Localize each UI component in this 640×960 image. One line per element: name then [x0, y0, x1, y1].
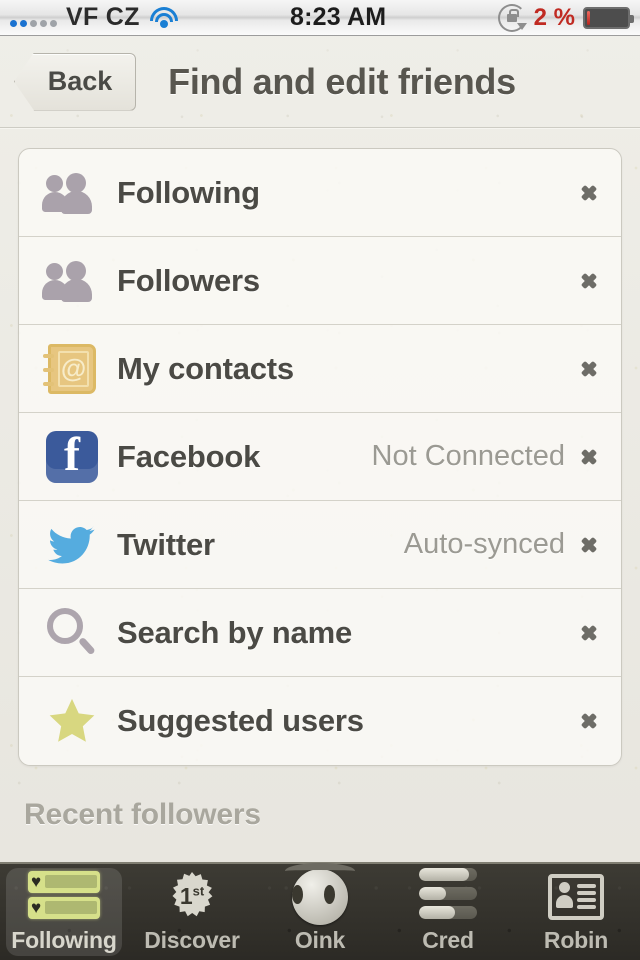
chevron-right-icon	[581, 529, 603, 561]
list-row-my-contacts[interactable]: @ My contacts	[19, 325, 621, 413]
twitter-status-label: Auto-synced	[403, 528, 565, 560]
chevron-right-icon	[581, 353, 603, 385]
list-row-label: Followers	[117, 262, 260, 298]
list-row-search-by-name[interactable]: Search by name	[19, 589, 621, 677]
battery-percent-label: 2 %	[533, 3, 575, 31]
back-button[interactable]: Back	[14, 52, 136, 111]
chevron-right-icon	[581, 177, 603, 209]
content-area: Following Followers @ My contacts f Face…	[0, 129, 640, 862]
list-row-followers[interactable]: Followers	[19, 237, 621, 325]
first-place-badge-icon: 1st	[166, 871, 218, 923]
carrier-label: VF CZ	[66, 3, 140, 31]
facebook-icon: f	[41, 430, 103, 483]
tab-bar: ♥ ♥ Following 1st Discover Oink Cred Rob…	[0, 862, 640, 960]
list-row-suggested-users[interactable]: Suggested users	[19, 677, 621, 765]
friend-sources-list: Following Followers @ My contacts f Face…	[18, 148, 622, 766]
pig-snout-icon	[285, 862, 355, 925]
list-row-label: Following	[117, 174, 260, 210]
list-row-label: Facebook	[117, 438, 261, 474]
status-bar-left: VF CZ	[0, 3, 179, 32]
tab-following[interactable]: ♥ ♥ Following	[0, 864, 128, 960]
chevron-right-icon	[581, 265, 603, 297]
chevron-right-icon	[581, 441, 603, 473]
people-icon	[41, 259, 103, 303]
status-bar: VF CZ 8:23 AM 2 %	[0, 0, 640, 36]
tab-label: Robin	[543, 926, 609, 953]
star-icon	[41, 695, 103, 747]
chevron-right-icon	[581, 617, 603, 649]
list-row-facebook[interactable]: f Facebook Not Connected	[19, 413, 621, 501]
signal-strength-icon	[10, 9, 57, 27]
cred-bars-icon	[419, 868, 477, 923]
list-row-label: Suggested users	[117, 703, 364, 738]
navigation-bar: Back Find and edit friends	[0, 36, 640, 128]
facebook-status-label: Not Connected	[371, 440, 565, 472]
recent-followers-header: Recent followers	[24, 798, 261, 831]
list-row-twitter[interactable]: Twitter Auto-synced	[19, 501, 621, 589]
magnifier-icon	[41, 607, 103, 658]
battery-icon	[583, 6, 634, 29]
people-icon	[41, 171, 103, 215]
tab-label: Cred	[422, 926, 474, 953]
address-book-icon: @	[41, 343, 103, 394]
tab-label: Following	[11, 926, 117, 953]
tab-cred[interactable]: Cred	[384, 864, 512, 960]
chevron-right-icon	[581, 705, 603, 737]
list-row-label: Search by name	[117, 614, 352, 650]
list-row-label: My contacts	[117, 350, 294, 386]
status-bar-right: 2 %	[497, 3, 640, 32]
tab-discover[interactable]: 1st Discover	[128, 864, 256, 960]
tab-label: Discover	[144, 926, 240, 953]
tab-oink[interactable]: Oink	[256, 862, 384, 960]
contact-card-icon	[548, 871, 604, 923]
list-row-label: Twitter	[117, 526, 215, 562]
tab-label: Oink	[294, 926, 346, 953]
list-row-following[interactable]: Following	[19, 149, 621, 237]
wifi-icon	[149, 6, 179, 29]
tab-robin[interactable]: Robin	[512, 864, 640, 960]
clock-label: 8:23 AM	[290, 3, 387, 31]
discover-badge-text: 1st	[179, 883, 205, 909]
following-list-icon: ♥ ♥	[28, 870, 100, 923]
page-title: Find and edit friends	[168, 60, 516, 102]
rotation-lock-icon	[497, 3, 527, 32]
status-bar-center: 8:23 AM	[179, 3, 498, 32]
twitter-bird-icon	[41, 523, 103, 567]
